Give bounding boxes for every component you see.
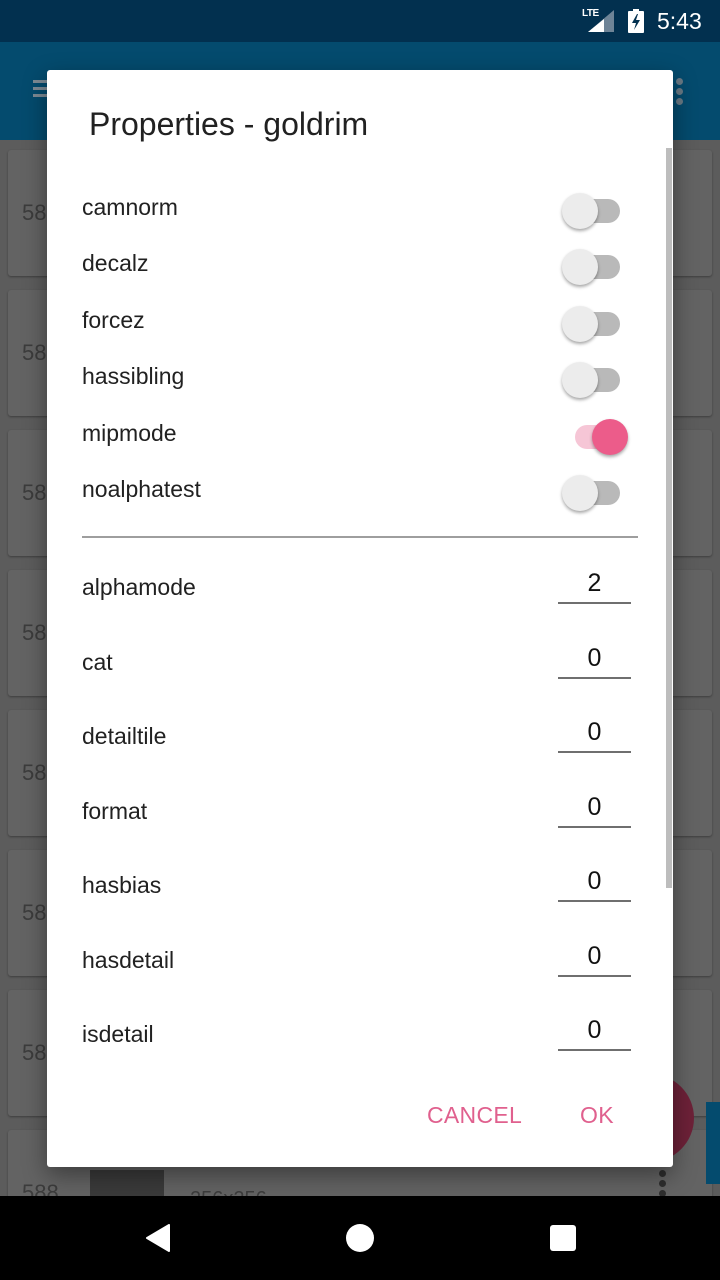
field-row-format: format — [82, 780, 642, 854]
field-row-isdetail: isdetail — [82, 1003, 642, 1074]
back-icon[interactable] — [145, 1224, 171, 1252]
cancel-button[interactable]: CANCEL — [427, 1102, 522, 1129]
dialog-actions: CANCEL OK — [47, 1090, 673, 1150]
field-row-detailtile: detailtile — [82, 705, 642, 779]
side-panel-tab[interactable] — [706, 1102, 720, 1184]
field-row-cat: cat — [82, 631, 642, 705]
hasdetail-input[interactable] — [558, 937, 631, 977]
item-number: 58 — [22, 900, 47, 925]
home-icon[interactable] — [346, 1224, 374, 1252]
clock: 5:43 — [657, 8, 702, 34]
toggle-row-noalphatest: noalphatest — [82, 462, 642, 518]
detailtile-input[interactable] — [558, 713, 631, 753]
status-bar: LTE 5:43 — [0, 0, 720, 42]
toggle-label: noalphatest — [82, 476, 201, 502]
field-label: isdetail — [82, 1021, 154, 1047]
more-options-icon[interactable] — [676, 78, 684, 108]
section-divider — [82, 536, 638, 538]
item-number: 58 — [22, 340, 47, 365]
format-input[interactable] — [558, 788, 631, 828]
item-number: 58 — [22, 1040, 47, 1065]
field-label: hasbias — [82, 872, 162, 898]
field-row-alphamode: alphamode — [82, 556, 642, 630]
toggle-label: camnorm — [82, 194, 178, 220]
item-number: 58 — [22, 200, 47, 225]
field-label: format — [82, 798, 148, 824]
field-label: detailtile — [82, 723, 167, 749]
cat-input[interactable] — [558, 639, 631, 679]
hasbias-input[interactable] — [558, 862, 631, 902]
switch-camnorm[interactable] — [560, 186, 630, 229]
ok-button[interactable]: OK — [580, 1102, 614, 1129]
switch-forcez[interactable] — [560, 299, 630, 342]
toggle-label: decalz — [82, 250, 149, 276]
alphamode-input[interactable] — [558, 564, 631, 604]
item-number: 58 — [22, 760, 47, 785]
dialog-scrollbar[interactable] — [666, 148, 672, 888]
recents-icon[interactable] — [550, 1225, 576, 1251]
toggle-label: mipmode — [82, 420, 177, 446]
toggle-row-decalz: decalz — [82, 236, 642, 292]
dialog-title: Properties - goldrim — [89, 106, 369, 142]
toggle-label: hassibling — [82, 363, 185, 389]
toggle-row-hassibling: hassibling — [82, 349, 642, 405]
field-label: alphamode — [82, 574, 196, 600]
switch-decalz[interactable] — [560, 242, 630, 285]
toggle-row-mipmode: mipmode — [82, 406, 642, 462]
switch-noalphatest[interactable] — [560, 468, 630, 511]
toggle-row-forcez: forcez — [82, 293, 642, 349]
field-row-hasdetail: hasdetail — [82, 929, 642, 1003]
field-label: cat — [82, 649, 113, 675]
battery-charging-icon — [628, 9, 644, 33]
properties-dialog: Properties - goldrim camnorm decalz forc… — [47, 70, 673, 1167]
toggle-row-camnorm: camnorm — [82, 180, 642, 236]
field-label: hasdetail — [82, 947, 175, 973]
isdetail-input[interactable] — [558, 1011, 631, 1051]
item-number: 58 — [22, 480, 47, 505]
screen: LTE 5:43 58 58 58 58 58 58 58 588 256x25… — [0, 0, 720, 1280]
toggle-label: forcez — [82, 307, 145, 333]
dialog-content: camnorm decalz forcez hassibling mipmode… — [47, 174, 673, 1074]
switch-mipmode[interactable] — [560, 412, 630, 455]
item-number: 58 — [22, 620, 47, 645]
signal-icon — [588, 10, 614, 32]
switch-hassibling[interactable] — [560, 355, 630, 398]
field-row-hasbias: hasbias — [82, 854, 642, 928]
